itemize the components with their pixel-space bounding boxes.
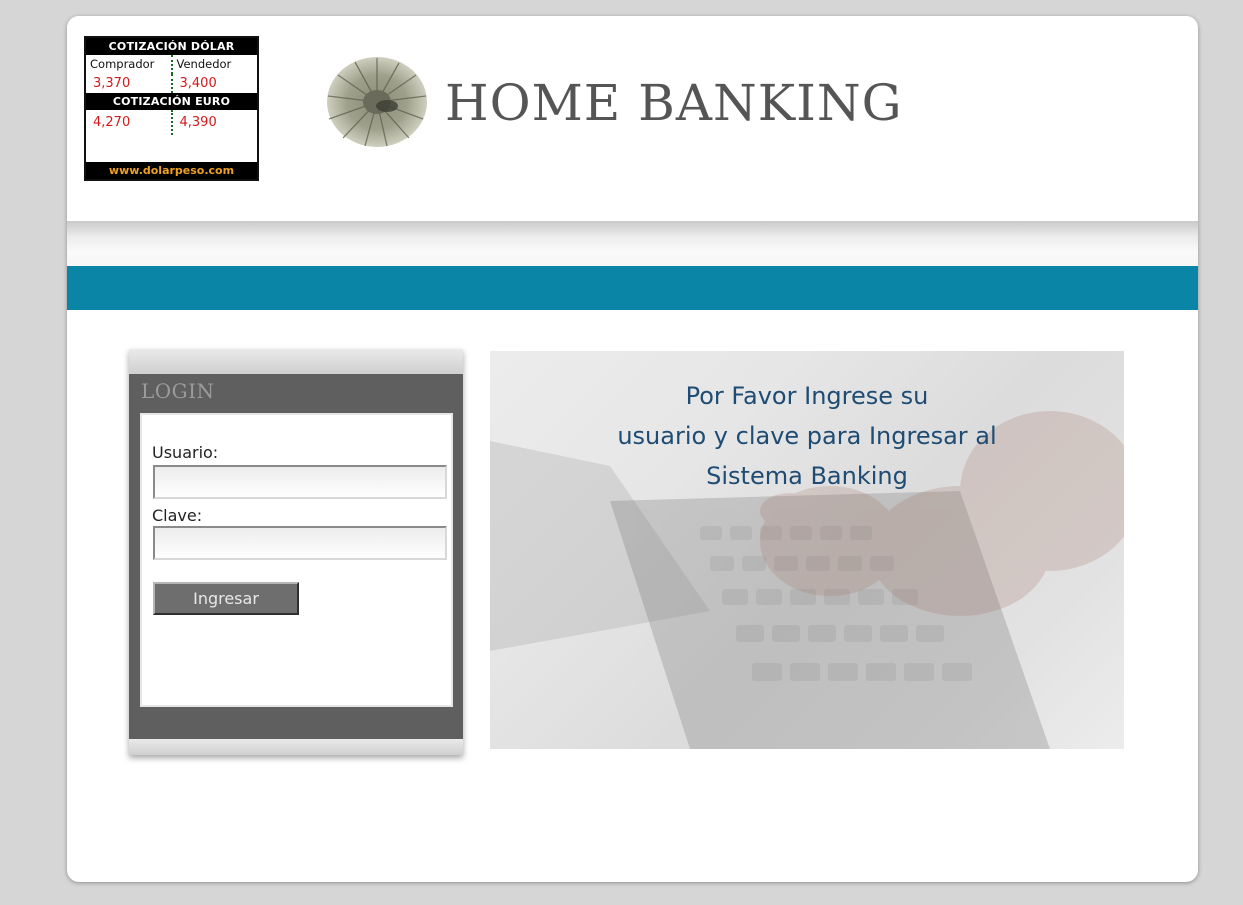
usuario-label: Usuario: [152, 443, 219, 462]
euro-buy-value: 4,270 [93, 115, 131, 130]
euro-sell-value: 4,390 [170, 110, 258, 135]
clave-input[interactable] [153, 526, 447, 560]
login-title: LOGIN [141, 379, 215, 403]
buyer-label: Comprador [90, 57, 155, 71]
login-panel: LOGIN Usuario: Clave: Ingresar [129, 349, 463, 755]
exchange-rate-widget[interactable]: COTIZACIÓN DÓLAR Comprador Vendedor 3,37… [84, 36, 259, 181]
welcome-banner: Por Favor Ingrese su usuario y clave par… [490, 351, 1124, 749]
teal-nav-bar [67, 266, 1198, 310]
brand-title: HOME BANKING [445, 74, 903, 132]
welcome-line-1: Por Favor Ingrese su [685, 382, 929, 410]
dollar-buy-value: 3,370 [93, 76, 131, 91]
clave-label: Clave: [152, 506, 203, 525]
header: COTIZACIÓN DÓLAR Comprador Vendedor 3,37… [67, 16, 1198, 221]
page-frame: COTIZACIÓN DÓLAR Comprador Vendedor 3,37… [67, 16, 1198, 882]
euro-rate-title: COTIZACIÓN EURO [86, 93, 257, 110]
money-fan-logo-icon [327, 57, 427, 147]
dollar-rate-title: COTIZACIÓN DÓLAR [86, 38, 257, 55]
welcome-message: Por Favor Ingrese su usuario y clave par… [490, 376, 1124, 496]
login-panel-top-bar [129, 349, 463, 374]
widget-site-link[interactable]: www.dolarpeso.com [86, 162, 257, 179]
gray-band [67, 221, 1198, 266]
welcome-line-2: usuario y clave para Ingresar al [617, 422, 997, 450]
login-form: Usuario: Clave: Ingresar [140, 413, 453, 707]
ingresar-button[interactable]: Ingresar [153, 582, 299, 615]
dollar-rate-values: 3,370 3,400 [86, 74, 257, 93]
welcome-line-3: Sistema Banking [706, 462, 908, 490]
seller-label: Vendedor [170, 55, 258, 74]
dollar-sell-value: 3,400 [170, 74, 258, 93]
euro-rate-values: 4,270 4,390 [86, 110, 257, 135]
usuario-input[interactable] [153, 465, 447, 499]
login-panel-bottom-bar [129, 739, 463, 755]
dollar-rate-labels: Comprador Vendedor [86, 55, 257, 74]
